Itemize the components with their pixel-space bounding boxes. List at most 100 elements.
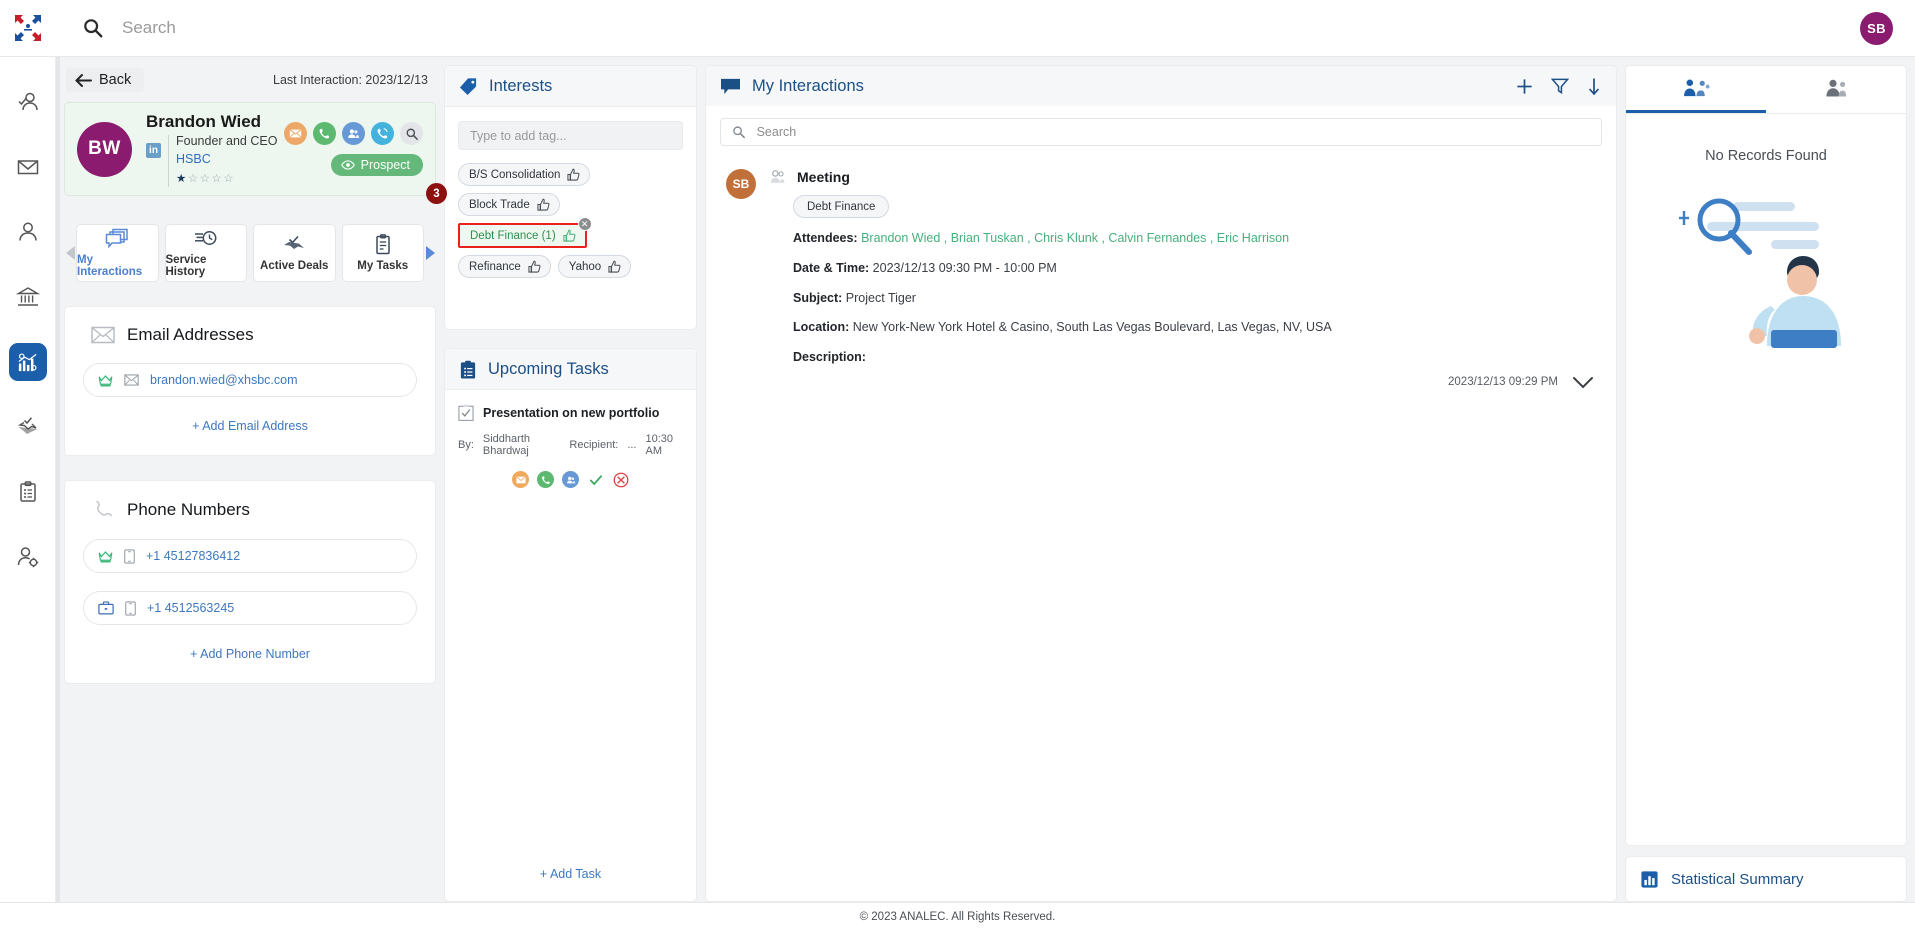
attendees-value[interactable]: Brandon Wied , Brian Tuskan , Chris Klun… (861, 231, 1289, 245)
global-search-input[interactable] (122, 18, 822, 38)
interest-tag[interactable]: Refinance (458, 255, 551, 278)
contact-rating[interactable]: ★☆☆☆☆ (176, 171, 277, 187)
tab-my-tasks[interactable]: My Tasks (341, 224, 424, 282)
plus-icon[interactable] (1515, 77, 1534, 96)
sidebar-item-admin[interactable] (9, 538, 47, 576)
thumbs-up-icon[interactable] (567, 168, 580, 181)
send-email-button[interactable] (284, 122, 307, 145)
close-circle-icon[interactable]: ✕ (577, 217, 592, 231)
last-interaction: Last Interaction: 2023/12/13 (273, 73, 428, 87)
tabs-next-button[interactable] (424, 224, 436, 282)
statistical-summary-card[interactable]: Statistical Summary (1625, 856, 1907, 902)
sidebar-item-leads[interactable] (9, 83, 47, 121)
thumbs-up-icon[interactable] (563, 229, 576, 242)
interaction-item[interactable]: SB Meeting Debt Finance Attendees: Brand… (720, 146, 1602, 388)
task-complete-button[interactable] (587, 471, 604, 488)
tab-my-interactions[interactable]: My Interactions (76, 224, 159, 282)
schedule-meeting-button[interactable] (342, 122, 365, 145)
sidebar-rail (0, 57, 56, 902)
thumbs-up-icon[interactable] (608, 260, 621, 273)
app-logo[interactable] (0, 0, 56, 57)
search-contact-button[interactable] (400, 122, 423, 145)
tab-relationship[interactable] (1626, 66, 1766, 113)
datetime-label: Date & Time: (793, 260, 870, 275)
email-row[interactable]: brandon.wied@xhsbc.com (83, 363, 417, 397)
sidebar-item-institutions[interactable] (9, 278, 47, 316)
clipboard-list-icon (460, 360, 476, 378)
interaction-timestamp: 2023/12/13 09:29 PM (1448, 376, 1558, 389)
interactions-header: My Interactions (705, 65, 1617, 106)
interests-header: Interests (445, 66, 696, 107)
interactions-search[interactable] (720, 118, 1602, 146)
interest-tag[interactable]: Block Trade (458, 193, 560, 216)
thumbs-up-icon[interactable] (528, 260, 541, 273)
add-task-link[interactable]: + Add Task (445, 867, 696, 881)
description-label: Description: (793, 350, 866, 364)
main-scrollbar[interactable] (56, 57, 60, 902)
phone-icon (319, 128, 330, 139)
interaction-avatar: SB (726, 169, 756, 199)
add-phone-link[interactable]: + Add Phone Number (83, 647, 417, 661)
tab-contacts[interactable] (1766, 66, 1906, 113)
person-icon (18, 222, 37, 241)
tabs-prev-button[interactable] (64, 224, 76, 282)
task-email-button[interactable] (512, 471, 529, 488)
sort-icon[interactable] (1586, 77, 1602, 96)
tab-label: My Interactions (77, 254, 143, 278)
sidebar-item-contacts[interactable] (9, 213, 47, 251)
global-search[interactable] (56, 0, 1860, 56)
interest-tag-selected[interactable]: Debt Finance (1) ✕ (458, 217, 592, 248)
main-content: Back Last Interaction: 2023/12/13 BW Bra… (56, 57, 1915, 902)
email-icon (515, 476, 526, 483)
call-button[interactable] (313, 122, 336, 145)
add-email-link[interactable]: + Add Email Address (83, 419, 417, 433)
person-search-illustration (1626, 164, 1906, 392)
sidebar-item-analytics[interactable] (8, 343, 47, 381)
contact-organization[interactable]: HSBC (176, 151, 277, 169)
tab-active-deals[interactable]: Active Deals (253, 224, 336, 282)
user-check-icon (17, 92, 38, 111)
contact-actions: Prospect (284, 122, 423, 176)
sidebar-item-deals[interactable] (9, 408, 47, 446)
arrow-left-icon (75, 73, 92, 87)
tag-input-wrap[interactable] (458, 121, 683, 150)
user-avatar[interactable]: SB (1860, 11, 1893, 45)
envelope-icon (124, 374, 139, 386)
close-icon (613, 472, 628, 487)
mobile-icon (124, 548, 135, 564)
filter-icon[interactable] (1551, 77, 1569, 95)
chevron-down-icon[interactable] (1572, 376, 1594, 389)
phone-row[interactable]: +1 45127836412 (83, 539, 417, 573)
phone-numbers-section: Phone Numbers +1 45127836412 +1 45125632… (64, 480, 436, 684)
linkedin-icon[interactable]: in (146, 143, 161, 159)
interactions-search-input[interactable] (756, 125, 1590, 139)
task-list-item[interactable]: Presentation on new portfolio By: Siddha… (445, 390, 696, 488)
interest-tag[interactable]: Yahoo (557, 255, 632, 278)
contact-info: Brandon Wied in Founder and CEO HSBC ★☆☆… (146, 111, 284, 188)
interaction-subject: Subject: Project Tiger (793, 289, 1596, 308)
interaction-type: Meeting (797, 169, 850, 185)
tag-input[interactable] (470, 128, 671, 143)
status-badge[interactable]: Prospect (330, 154, 423, 176)
org-chart-icon (1683, 78, 1710, 96)
tab-service-history[interactable]: Service History (164, 224, 247, 282)
sidebar-item-email[interactable] (9, 148, 47, 186)
interests-card: Interests 3 B/S Consolidation (426, 65, 697, 330)
interest-tag[interactable]: B/S Consolidation (458, 163, 591, 186)
sidebar-item-tasks[interactable] (9, 473, 47, 511)
thumbs-up-icon[interactable] (537, 198, 550, 211)
tab-label: My Tasks (357, 260, 409, 272)
chat-icon (721, 78, 740, 94)
interaction-tag[interactable]: Debt Finance (793, 195, 890, 218)
phone-row[interactable]: +1 4512563245 (83, 591, 417, 625)
back-button[interactable]: Back (66, 68, 145, 92)
task-meeting-button[interactable] (562, 471, 579, 488)
log-call-button[interactable] (371, 122, 394, 145)
interest-tag-label: B/S Consolidation (469, 168, 561, 181)
email-value: brandon.wied@xhsbc.com (150, 373, 298, 387)
task-call-button[interactable] (537, 471, 554, 488)
search-icon (733, 126, 745, 139)
phone-value: +1 4512563245 (147, 601, 235, 615)
upcoming-tasks-card: Upcoming Tasks Presentation on new portf… (444, 348, 697, 902)
task-cancel-button[interactable] (612, 471, 629, 488)
